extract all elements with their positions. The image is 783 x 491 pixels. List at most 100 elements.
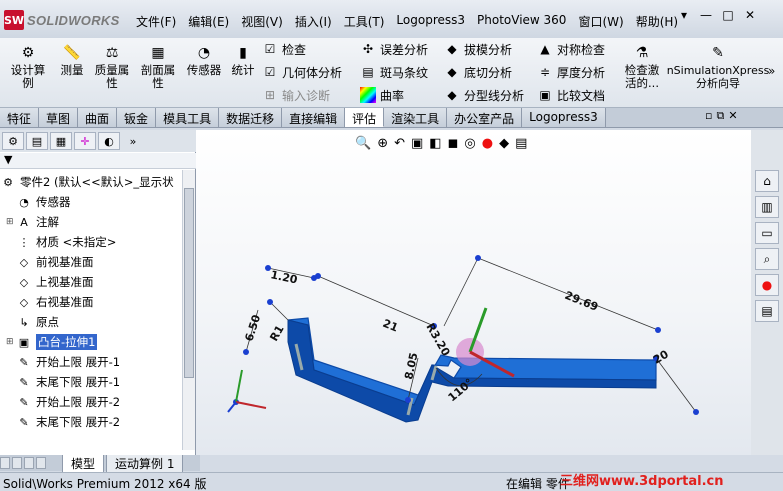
geometry-analysis-button[interactable]: ☑ 几何体分析: [262, 62, 342, 82]
draft-analysis-button[interactable]: ◆ 拔模分析: [444, 39, 512, 59]
dim-handle[interactable]: [693, 409, 699, 415]
thickness-analysis-button[interactable]: ≑ 厚度分析: [537, 62, 605, 82]
section-properties-button[interactable]: ▦ 剖面属 性: [138, 44, 178, 90]
mass-properties-button[interactable]: ⚖ 质量属 性: [92, 44, 132, 90]
tree-item[interactable]: ⊞ ▣ 凸台-拉伸1: [0, 332, 98, 352]
configuration-manager-tab-icon[interactable]: ▦: [50, 132, 72, 150]
nav-next-icon[interactable]: [24, 457, 34, 469]
tab-direct-editing[interactable]: 直接编辑: [282, 108, 346, 127]
tab-render-tools[interactable]: 渲染工具: [384, 108, 448, 127]
menu-tools[interactable]: 工具(T): [338, 10, 391, 32]
tree-item[interactable]: ✎ 开始上限 展开-2: [0, 392, 120, 412]
home-icon[interactable]: ⌂: [755, 170, 779, 192]
menu-logopress[interactable]: Logopress3: [390, 10, 471, 32]
tab-evaluate[interactable]: 评估: [345, 108, 385, 127]
graphics-viewport[interactable]: 1.20 21 29.69 6.50 R1 8.05 R3.20 110° 20: [196, 130, 751, 455]
model-canvas[interactable]: 1.20 21 29.69 6.50 R1 8.05 R3.20 110° 20: [196, 130, 751, 455]
custom-properties-icon[interactable]: ▤: [755, 300, 779, 322]
dropdown-icon[interactable]: ▾: [676, 8, 692, 22]
dim-handle[interactable]: [243, 349, 249, 355]
nav-prev-icon[interactable]: [12, 457, 22, 469]
menu-view[interactable]: 视图(V): [235, 10, 289, 32]
tab-sketch[interactable]: 草图: [39, 108, 79, 127]
appearances-icon[interactable]: ●: [755, 274, 779, 296]
zoom-fit-icon[interactable]: 🔍: [355, 136, 371, 151]
tab-motion-study[interactable]: 运动算例 1: [106, 455, 184, 473]
dim-handle[interactable]: [265, 265, 271, 271]
dim-handle[interactable]: [315, 273, 321, 279]
dim-handle[interactable]: [655, 327, 661, 333]
dim-label-7[interactable]: R3.20: [423, 321, 452, 359]
undercut-analysis-button[interactable]: ◆ 底切分析: [444, 62, 512, 82]
panel-more-icon[interactable]: »: [122, 132, 144, 150]
tab-features[interactable]: 特征: [0, 108, 40, 127]
tree-item[interactable]: ◔ 传感器: [0, 192, 70, 212]
feature-manager-tab-icon[interactable]: ⚙: [2, 132, 24, 150]
tab-mold-tools[interactable]: 模具工具: [156, 108, 220, 127]
compare-documents-button[interactable]: ▣ 比较文档: [537, 85, 605, 105]
previous-view-icon[interactable]: ↶: [394, 136, 405, 151]
file-explorer-icon[interactable]: ▭: [755, 222, 779, 244]
hide-show-icon[interactable]: ◎: [464, 136, 475, 151]
check-button[interactable]: ☑ 检查: [262, 39, 306, 59]
dimxpert-tab-icon[interactable]: ✛: [74, 132, 96, 150]
tree-item[interactable]: ⋮ 材质 <未指定>: [0, 232, 117, 252]
dim-label-6[interactable]: 8.05: [402, 351, 420, 380]
dim-handle[interactable]: [405, 397, 411, 403]
curvature-button[interactable]: 曲率: [360, 85, 404, 105]
doc-close-icon[interactable]: ✕: [728, 109, 737, 123]
tab-model[interactable]: 模型: [62, 455, 105, 473]
nav-last-icon[interactable]: [36, 457, 46, 469]
design-study-button[interactable]: ⚙ 设计算 例: [6, 44, 50, 90]
tree-item[interactable]: ↳ 原点: [0, 312, 59, 332]
dim-handle[interactable]: [267, 299, 273, 305]
solidworks-logo[interactable]: SW SOLIDWORKS: [4, 8, 119, 32]
dim-label-5[interactable]: R1: [267, 323, 286, 343]
menu-window[interactable]: 窗口(W): [572, 10, 629, 32]
dim-label-4[interactable]: 6.50: [242, 313, 263, 343]
menu-photoview[interactable]: PhotoView 360: [471, 10, 572, 32]
deviation-analysis-button[interactable]: ✣ 误差分析: [360, 39, 428, 59]
part-body[interactable]: [287, 317, 657, 423]
dim-label-2[interactable]: 21: [381, 317, 400, 335]
tree-item[interactable]: ◇ 右视基准面: [0, 292, 94, 312]
tab-surfaces[interactable]: 曲面: [78, 108, 118, 127]
expand-icon[interactable]: ⊞: [6, 217, 16, 227]
section-view-icon[interactable]: ▣: [411, 136, 423, 151]
doc-minimize-icon[interactable]: ▫: [705, 109, 712, 123]
sensor-button[interactable]: ◔ 传感器: [184, 44, 224, 77]
appearance-icon[interactable]: ●: [482, 136, 493, 151]
check-active-button[interactable]: ⚗ 检查激 活的...: [620, 44, 664, 90]
menu-edit[interactable]: 编辑(E): [182, 10, 235, 32]
property-manager-tab-icon[interactable]: ▤: [26, 132, 48, 150]
import-diagnostics-button[interactable]: ⊞ 输入诊断: [262, 85, 330, 105]
tab-data-migration[interactable]: 数据迁移: [219, 108, 283, 127]
tree-item[interactable]: ◇ 前视基准面: [0, 252, 94, 272]
ribbon-more-icon[interactable]: »: [768, 64, 775, 78]
parting-line-analysis-button[interactable]: ◆ 分型线分析: [444, 85, 524, 105]
filter-icon[interactable]: ▼: [4, 153, 12, 166]
dim-label-1[interactable]: 1.20: [269, 268, 299, 286]
dim-label-3[interactable]: 29.69: [563, 289, 600, 314]
tree-item[interactable]: ⊞ A 注解: [0, 212, 59, 232]
tree-item[interactable]: ✎ 末尾下限 展开-1: [0, 372, 120, 392]
simulationxpress-button[interactable]: ✎ nSimulationXpress 分析向导: [667, 44, 770, 91]
tree-item[interactable]: ✎ 开始上限 展开-1: [0, 352, 120, 372]
tab-logopress3[interactable]: Logopress3: [522, 108, 606, 127]
scene-icon[interactable]: ◆: [499, 136, 509, 151]
tree-scrollbar-thumb[interactable]: [184, 188, 194, 378]
zebra-stripes-button[interactable]: ▤ 斑马条纹: [360, 62, 428, 82]
doc-restore-icon[interactable]: ⧉: [716, 109, 724, 123]
symmetry-check-button[interactable]: ▲ 对称检查: [537, 39, 605, 59]
expand-icon[interactable]: ⊞: [6, 337, 16, 347]
maximize-button[interactable]: □: [720, 8, 736, 22]
nav-first-icon[interactable]: [0, 457, 10, 469]
tree-root[interactable]: ⚙ 零件2 (默认<<默认>_显示状: [0, 172, 174, 192]
view-settings-icon[interactable]: ▤: [515, 136, 527, 151]
display-style-icon[interactable]: ◼: [448, 136, 459, 151]
menu-file[interactable]: 文件(F): [130, 10, 182, 32]
tab-sheet-metal[interactable]: 钣金: [117, 108, 157, 127]
minimize-button[interactable]: —: [698, 8, 714, 22]
statistics-button[interactable]: ▮ 统计: [228, 44, 258, 77]
search-icon[interactable]: ⌕: [755, 248, 779, 270]
